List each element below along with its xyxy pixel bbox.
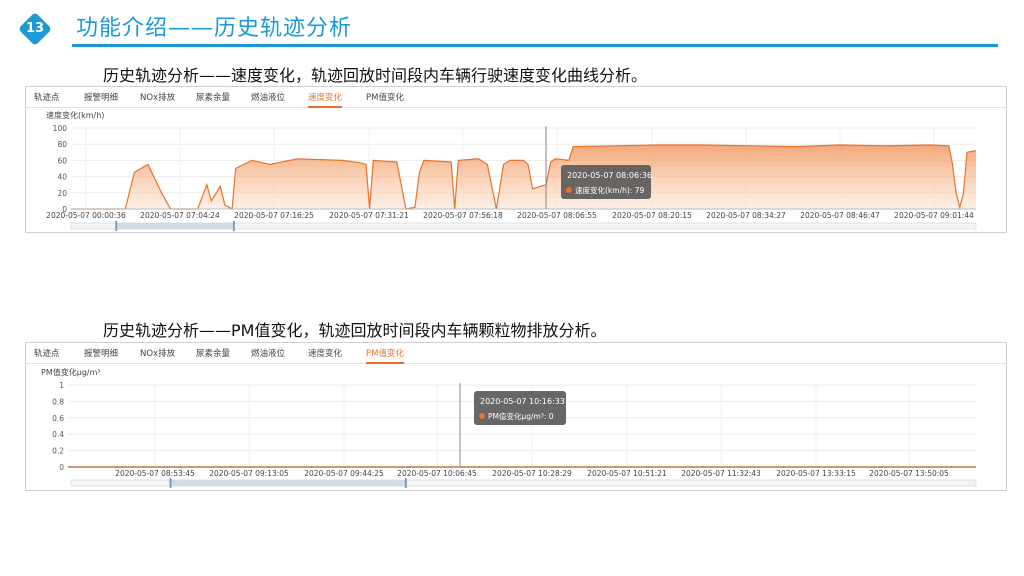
x-tick-label: 2020-05-07 07:31:21 <box>329 211 409 220</box>
y-tick-label: 0.6 <box>52 414 64 423</box>
speed-caption: 历史轨迹分析——速度变化，轨迹回放时间段内车辆行驶速度变化曲线分析。 <box>103 66 648 85</box>
x-tick-label: 2020-05-07 08:34:27 <box>706 211 786 220</box>
badge-number: 13 <box>25 21 45 36</box>
y-tick-label: 0.8 <box>52 397 64 406</box>
y-tick-label: 20 <box>57 189 67 198</box>
x-tick-label: 2020-05-07 07:56:18 <box>423 211 503 220</box>
tooltip-series-dot <box>566 187 572 193</box>
x-tick-label: 2020-05-07 08:20:15 <box>612 211 692 220</box>
x-tick-label: 2020-05-07 10:28:29 <box>492 469 572 478</box>
x-tick-label: 2020-05-07 10:06:45 <box>397 469 477 478</box>
speed-chart-panel: 轨迹点 报警明细 NOx排放 尿素余量 燃油液位 速度变化 PM值变化 速度变化(km/h)… <box>25 86 1007 233</box>
y-tick-label: 60 <box>57 156 67 165</box>
y-tick-label: 80 <box>57 140 67 149</box>
tooltip-series-value: PM值变化μg/m³: 0 <box>488 411 554 421</box>
zoom-slider-handle-left[interactable] <box>169 478 172 488</box>
x-tick-label: 2020-05-07 13:33:15 <box>776 469 856 478</box>
y-tick-label: 40 <box>57 173 67 182</box>
x-tick-label: 2020-05-07 00:00:36 <box>46 211 126 220</box>
x-tick-label: 2020-05-07 09:01:44 <box>894 211 974 220</box>
section-number-badge: 13 <box>18 12 52 46</box>
x-tick-label: 2020-05-07 10:51:21 <box>587 469 667 478</box>
x-tick-label: 2020-05-07 09:44:25 <box>304 469 384 478</box>
tooltip-series-dot <box>479 413 485 419</box>
zoom-slider-handle-right[interactable] <box>232 221 235 231</box>
pm-chart[interactable]: 0 0.2 0.4 0.6 0.8 1 2020-05-07 08:53:45 2020-05… <box>26 343 1006 490</box>
y-tick-label: 0.2 <box>52 447 64 456</box>
zoom-slider-window[interactable] <box>170 480 406 486</box>
x-tick-label: 2020-05-07 11:32:43 <box>681 469 761 478</box>
tooltip-time: 2020-05-07 08:06:36 <box>567 171 652 180</box>
pm-caption: 历史轨迹分析——PM值变化，轨迹回放时间段内车辆颗粒物排放分析。 <box>103 321 607 340</box>
x-tick-label: 2020-05-07 13:50:05 <box>869 469 949 478</box>
y-tick-label: 100 <box>53 124 68 133</box>
x-tick-label: 2020-05-07 09:13:05 <box>209 469 289 478</box>
title-underline <box>72 44 998 47</box>
pm-chart-panel: 轨迹点 报警明细 NOx排放 尿素余量 燃油液位 速度变化 PM值变化 PM值变化μg/m³… <box>25 342 1007 491</box>
tooltip-time: 2020-05-07 10:16:33 <box>480 397 565 406</box>
tooltip-series-value: 速度变化(km/h): 79 <box>575 185 644 195</box>
page-title: 功能介绍——历史轨迹分析 <box>76 16 353 41</box>
zoom-slider-handle-right[interactable] <box>404 478 407 488</box>
x-tick-label: 2020-05-07 08:53:45 <box>115 469 195 478</box>
x-tick-label: 2020-05-07 08:06:55 <box>517 211 597 220</box>
speed-chart[interactable]: 0204060801002020-05-07 00:00:36 2020-05-0… <box>26 87 1006 232</box>
x-tick-label: 2020-05-07 07:04:24 <box>140 211 220 220</box>
y-tick-label: 0 <box>59 463 64 472</box>
x-tick-label: 2020-05-07 07:16:25 <box>234 211 314 220</box>
x-tick-label: 2020-05-07 08:46:47 <box>800 211 880 220</box>
y-tick-label: 1 <box>59 381 64 390</box>
tooltip: 2020-05-07 08:06:36 速度变化(km/h): 79 <box>561 165 652 199</box>
zoom-slider-handle-left[interactable] <box>115 221 118 231</box>
zoom-slider-window[interactable] <box>116 223 234 229</box>
tooltip: 2020-05-07 10:16:33 PM值变化μg/m³: 0 <box>474 391 566 425</box>
y-tick-label: 0.4 <box>52 430 64 439</box>
